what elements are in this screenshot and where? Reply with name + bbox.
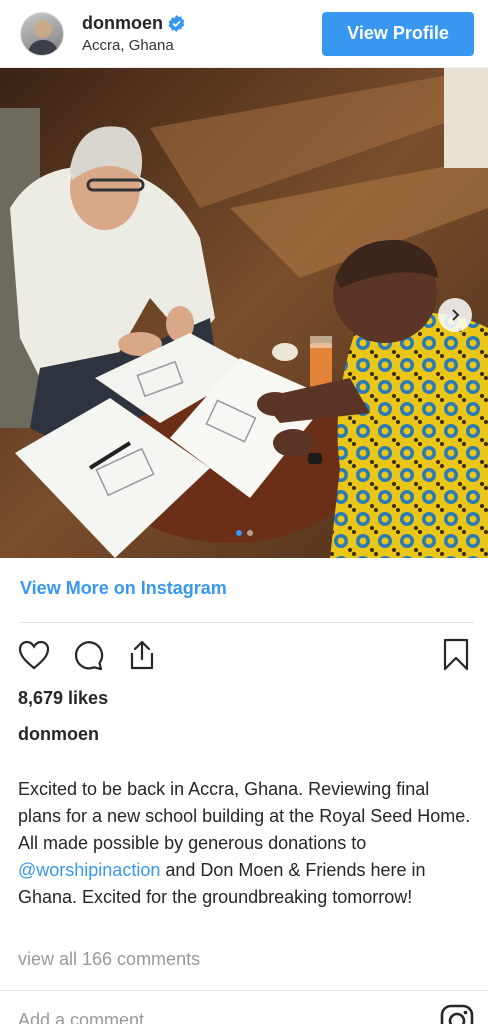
username-row: donmoen bbox=[82, 13, 322, 34]
bookmark-icon[interactable] bbox=[438, 637, 474, 673]
user-meta: donmoen Accra, Ghana bbox=[82, 13, 322, 54]
add-comment-input[interactable]: Add a comment... bbox=[18, 1010, 159, 1024]
verified-badge-icon bbox=[168, 15, 185, 32]
carousel-indicator bbox=[0, 530, 488, 536]
location[interactable]: Accra, Ghana bbox=[82, 37, 322, 54]
likes-count[interactable]: 8,679 likes bbox=[18, 688, 108, 709]
post-photo[interactable] bbox=[0, 68, 488, 558]
divider bbox=[0, 990, 488, 991]
post-caption: Excited to be back in Accra, Ghana. Revi… bbox=[18, 776, 472, 911]
caption-text: Excited to be back in Accra, Ghana. Revi… bbox=[18, 779, 471, 853]
comment-icon[interactable] bbox=[70, 637, 106, 673]
caption-username[interactable]: donmoen bbox=[18, 724, 99, 745]
username[interactable]: donmoen bbox=[82, 13, 163, 34]
heart-icon[interactable] bbox=[16, 637, 52, 673]
chevron-right-icon bbox=[452, 309, 460, 321]
view-profile-button[interactable]: View Profile bbox=[322, 11, 474, 56]
divider bbox=[20, 622, 474, 623]
share-icon[interactable] bbox=[124, 637, 160, 673]
carousel-dot bbox=[235, 530, 242, 536]
view-more-on-instagram-link[interactable]: View More on Instagram bbox=[20, 578, 227, 599]
post-header: donmoen Accra, Ghana View Profile bbox=[0, 0, 488, 68]
post-photo-illustration bbox=[0, 68, 488, 558]
carousel-dot bbox=[246, 530, 253, 536]
avatar[interactable] bbox=[20, 11, 64, 56]
carousel-next-button[interactable] bbox=[438, 298, 472, 332]
caption-mention-link[interactable]: @worshipinaction bbox=[18, 860, 160, 880]
post-actions bbox=[16, 637, 474, 673]
view-all-comments-link[interactable]: view all 166 comments bbox=[18, 949, 200, 970]
instagram-logo-icon[interactable] bbox=[440, 1004, 474, 1024]
